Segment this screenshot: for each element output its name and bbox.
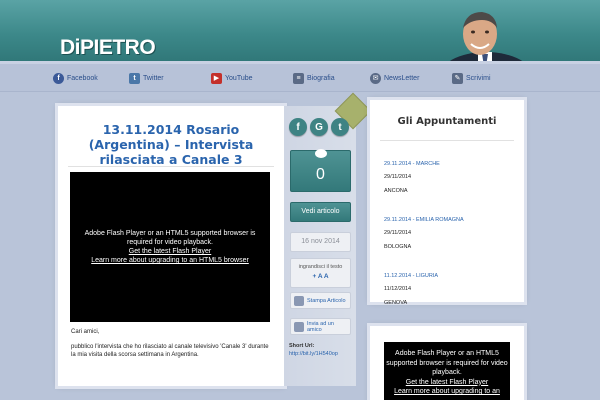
comments-counter[interactable]: 0: [290, 149, 351, 192]
appointment-date: 29/11/2014: [384, 230, 412, 236]
appointment-city: ANCONA: [384, 188, 408, 194]
nav-item-label: Facebook: [67, 74, 98, 82]
video-fallback-text: Adobe Flash Player or an HTML5 supported…: [386, 350, 508, 376]
nav-item-label: Twitter: [143, 74, 164, 82]
list-item: 29.11.2014 - EMILIA ROMAGNA 29/11/2014 B…: [384, 208, 514, 251]
article-panel: 13.11.2014 Rosario (Argentina) – Intervi…: [58, 106, 284, 386]
sidebar-video-panel: Adobe Flash Player or an HTML5 supported…: [370, 326, 524, 400]
print-label: Stampa Articolo: [307, 297, 346, 304]
share-buttons: f G t: [289, 118, 349, 136]
nav-item-label: Biografia: [307, 74, 335, 82]
appointments-list: 29.11.2014 - MARCHE 29/11/2014 ANCONA 29…: [384, 152, 514, 320]
appointment-link[interactable]: 29.11.2014 - EMILIA ROMAGNA: [384, 217, 464, 223]
short-url: Short Url: http://bit.ly/1H540op: [289, 342, 355, 358]
pencil-icon: ✎: [452, 72, 463, 84]
list-item: 11.12.2014 - LIGURIA 11/12/2014 GENOVA: [384, 264, 514, 307]
nav-item-facebook[interactable]: f Facebook: [53, 71, 98, 85]
appointments-panel: Gli Appuntamenti 29.11.2014 - MARCHE 29/…: [370, 100, 524, 306]
video-player[interactable]: Adobe Flash Player or an HTML5 supported…: [70, 172, 270, 322]
list-item: 29.11.2014 - MARCHE 29/11/2014 ANCONA: [384, 152, 514, 195]
facebook-icon: f: [53, 72, 64, 84]
site-logo[interactable]: DiPIETRO: [60, 36, 156, 60]
facebook-share-icon[interactable]: f: [289, 118, 307, 136]
print-article-button[interactable]: Stampa Articolo: [290, 292, 351, 309]
font-size-control: ingrandisci il testo + A A: [290, 258, 351, 288]
nav-item-label: Scrivimi: [466, 74, 491, 82]
sidebar-video-player[interactable]: Adobe Flash Player or an HTML5 supported…: [384, 342, 510, 400]
site-header: DiPIETRO: [0, 0, 600, 64]
appointments-title: Gli Appuntamenti: [397, 116, 497, 127]
printer-icon: [294, 295, 304, 306]
top-navigation: f Facebook t Twitter ▶ YouTube ≡ Biograf…: [0, 64, 600, 92]
send-label: Invia ad un amico: [307, 320, 334, 333]
article-body: Cari amici, pubblico l'intervista che ho…: [71, 328, 271, 366]
flash-player-link[interactable]: Get the latest Flash Player: [406, 379, 488, 386]
envelope-icon: [294, 321, 304, 332]
twitter-icon: t: [129, 72, 140, 84]
html5-browser-link[interactable]: Learn more about upgrading to an: [394, 388, 500, 395]
article-paragraph: pubblico l'intervista che ho rilasciato …: [71, 343, 269, 359]
twitter-share-icon[interactable]: t: [331, 118, 349, 136]
appointment-city: GENOVA: [384, 300, 408, 306]
appointment-link[interactable]: 29.11.2014 - MARCHE: [384, 161, 440, 167]
biography-icon: ≡: [293, 72, 304, 84]
short-url-link[interactable]: http://bit.ly/1H540op: [289, 351, 338, 357]
divider: [68, 166, 274, 167]
comment-bubble-icon: [315, 149, 327, 158]
appointment-link[interactable]: 11.12.2014 - LIGURIA: [384, 273, 438, 279]
nav-item-label: NewsLetter: [384, 74, 420, 82]
html5-browser-link[interactable]: Learn more about upgrading to an HTML5 b…: [91, 256, 249, 265]
divider: [380, 140, 514, 141]
comments-count: 0: [316, 166, 325, 183]
article-date: 16 nov 2014: [290, 232, 351, 252]
youtube-icon: ▶: [211, 72, 222, 84]
appointment-date: 11/12/2014: [384, 286, 412, 292]
newsletter-icon: ✉: [370, 72, 381, 84]
portrait-image: [445, 12, 527, 64]
appointment-date: 29/11/2014: [384, 174, 412, 180]
nav-item-scrivimi[interactable]: ✎ Scrivimi: [452, 71, 491, 85]
article-greeting: Cari amici,: [71, 329, 100, 335]
nav-item-youtube[interactable]: ▶ YouTube: [211, 71, 253, 85]
font-size-label: ingrandisci il testo: [298, 264, 343, 270]
nav-item-label: YouTube: [225, 74, 253, 82]
article-title[interactable]: 13.11.2014 Rosario (Argentina) – Intervi…: [68, 122, 274, 167]
video-fallback-text: Adobe Flash Player or an HTML5 supported…: [84, 230, 256, 246]
short-url-label: Short Url:: [289, 343, 315, 349]
google-share-icon[interactable]: G: [310, 118, 328, 136]
nav-item-newsletter[interactable]: ✉ NewsLetter: [370, 71, 419, 85]
nav-item-twitter[interactable]: t Twitter: [129, 71, 164, 85]
appointment-city: BOLOGNA: [384, 244, 412, 250]
font-size-buttons[interactable]: + A A: [291, 273, 350, 280]
article-tools: f G t 0 Vedi articolo 16 nov 2014 ingran…: [284, 92, 372, 386]
send-to-friend-button[interactable]: Invia ad un amico: [290, 318, 351, 335]
view-article-button[interactable]: Vedi articolo: [290, 202, 351, 222]
nav-item-biografia[interactable]: ≡ Biografia: [293, 71, 335, 85]
flash-player-link[interactable]: Get the latest Flash Player: [129, 247, 211, 256]
